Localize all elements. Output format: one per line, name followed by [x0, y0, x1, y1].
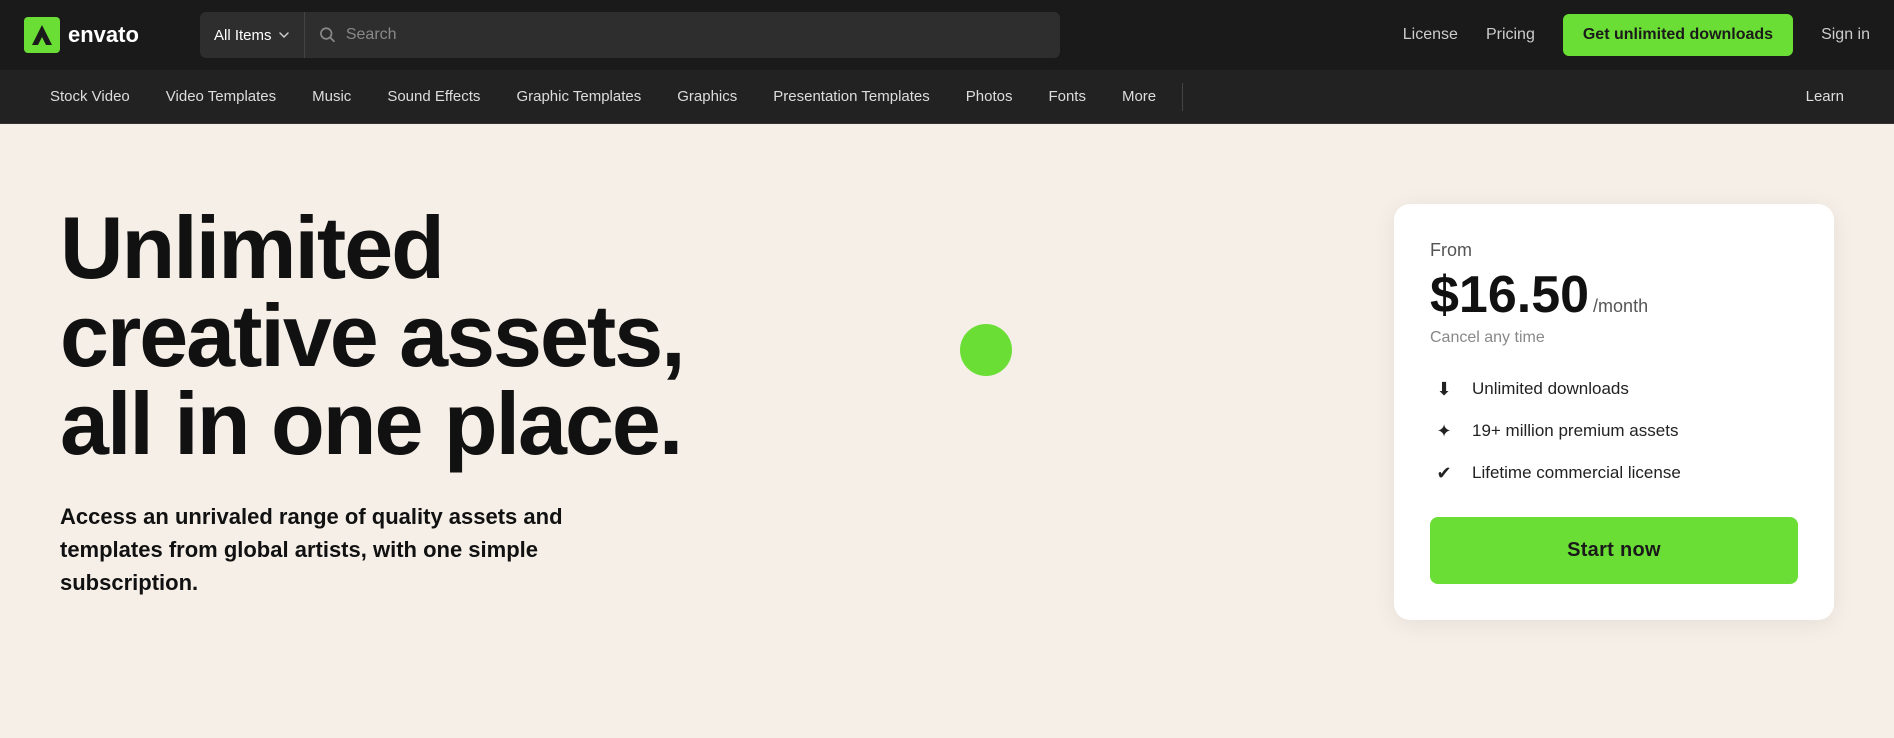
hero-title-line1: Unlimited — [60, 198, 443, 297]
secondary-navigation: Stock Video Video Templates Music Sound … — [0, 70, 1894, 124]
nav-stock-video[interactable]: Stock Video — [32, 70, 148, 123]
from-label: From — [1430, 240, 1798, 261]
feature-unlimited-downloads-text: Unlimited downloads — [1472, 379, 1629, 399]
nav-learn[interactable]: Learn — [1788, 70, 1862, 123]
nav-graphic-templates[interactable]: Graphic Templates — [498, 70, 659, 123]
pricing-card: From $16.50 /month Cancel any time ⬇ Unl… — [1394, 204, 1834, 620]
nav-more[interactable]: More — [1104, 70, 1174, 123]
price-amount: $16.50 — [1430, 265, 1589, 325]
search-icon — [319, 26, 336, 44]
hero-left-content: Unlimited creative assets, all in one pl… — [60, 184, 860, 599]
top-navigation: envato All Items License Pricing Get unl… — [0, 0, 1894, 70]
hero-title: Unlimited creative assets, all in one pl… — [60, 204, 860, 468]
nav-pricing-link[interactable]: Pricing — [1486, 26, 1535, 44]
feature-premium-assets-text: 19+ million premium assets — [1472, 421, 1678, 441]
nav-presentation-templates[interactable]: Presentation Templates — [755, 70, 947, 123]
hero-section: Unlimited creative assets, all in one pl… — [0, 124, 1894, 738]
search-input-wrap — [305, 26, 1060, 44]
get-unlimited-downloads-button[interactable]: Get unlimited downloads — [1563, 14, 1793, 56]
price-period: /month — [1593, 296, 1648, 317]
price-row: $16.50 /month — [1430, 265, 1798, 325]
feature-list: ⬇ Unlimited downloads ✦ 19+ million prem… — [1430, 375, 1798, 487]
chevron-down-icon — [278, 29, 290, 41]
feature-commercial-license-text: Lifetime commercial license — [1472, 463, 1681, 483]
feature-unlimited-downloads: ⬇ Unlimited downloads — [1430, 375, 1798, 403]
feature-premium-assets: ✦ 19+ million premium assets — [1430, 417, 1798, 445]
nav-divider — [1182, 83, 1183, 111]
cancel-text: Cancel any time — [1430, 329, 1798, 347]
feature-commercial-license: ✔ Lifetime commercial license — [1430, 459, 1798, 487]
search-input[interactable] — [346, 26, 1046, 44]
download-icon: ⬇ — [1430, 375, 1458, 403]
hero-title-line2: creative assets, — [60, 286, 684, 385]
nav-music[interactable]: Music — [294, 70, 369, 123]
start-now-button[interactable]: Start now — [1430, 517, 1798, 584]
search-category-dropdown[interactable]: All Items — [200, 12, 305, 58]
envato-logo-icon — [24, 17, 60, 53]
nav-graphics[interactable]: Graphics — [659, 70, 755, 123]
decorative-green-dot — [960, 324, 1012, 376]
nav-sound-effects[interactable]: Sound Effects — [369, 70, 498, 123]
logo[interactable]: envato — [24, 17, 184, 53]
nav-video-templates[interactable]: Video Templates — [148, 70, 294, 123]
hero-title-line3: all in one place. — [60, 374, 681, 473]
nav-links: License Pricing Get unlimited downloads … — [1403, 14, 1870, 56]
search-category-label: All Items — [214, 27, 272, 44]
nav-license-link[interactable]: License — [1403, 26, 1458, 44]
logo-text: envato — [68, 22, 139, 48]
nav-fonts[interactable]: Fonts — [1030, 70, 1104, 123]
check-badge-icon: ✔ — [1430, 459, 1458, 487]
sign-in-link[interactable]: Sign in — [1821, 26, 1870, 44]
search-bar: All Items — [200, 12, 1060, 58]
star-badge-icon: ✦ — [1430, 417, 1458, 445]
nav-photos[interactable]: Photos — [948, 70, 1031, 123]
hero-subtitle: Access an unrivaled range of quality ass… — [60, 500, 640, 599]
